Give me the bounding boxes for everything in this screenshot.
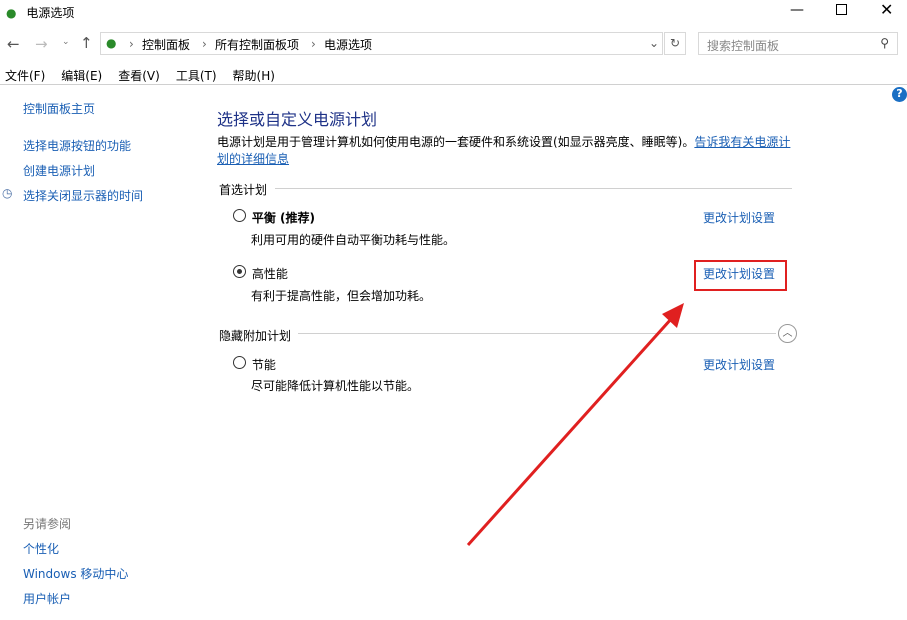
annotation-arrow bbox=[0, 0, 907, 620]
